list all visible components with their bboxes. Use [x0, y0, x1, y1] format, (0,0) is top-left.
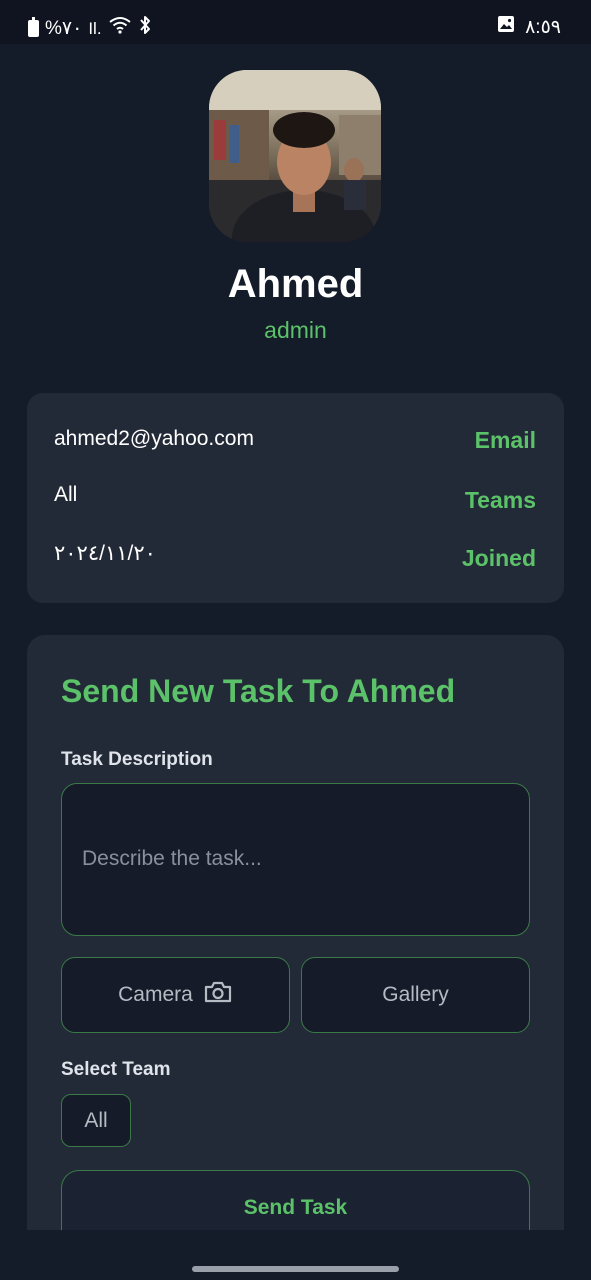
avatar [209, 70, 381, 242]
info-card: ahmed2@yahoo.com Email All Teams ٢٠٢٤/١١… [27, 393, 564, 603]
signal-icon: Il. [88, 18, 102, 38]
task-description-label: Task Description [61, 749, 213, 770]
status-left: %٧٠ Il. [28, 15, 152, 41]
gallery-button-label: Gallery [382, 983, 449, 1006]
team-chip-label: All [84, 1108, 108, 1132]
bluetooth-icon [138, 15, 152, 41]
status-bar: %٧٠ Il. ٨:٥٩ [0, 0, 591, 44]
clock: ٨:٥٩ [525, 16, 561, 38]
teams-label: Teams [464, 487, 536, 513]
battery-percent: %٧٠ [45, 17, 83, 39]
teams-row: All Teams [27, 483, 564, 523]
home-indicator[interactable] [192, 1266, 399, 1272]
battery-icon [28, 16, 39, 37]
email-row: ahmed2@yahoo.com Email [27, 425, 564, 465]
camera-button-label: Camera [118, 983, 193, 1006]
select-team-label: Select Team [61, 1059, 171, 1080]
task-description-input[interactable] [61, 783, 530, 936]
profile-role: admin [264, 317, 327, 343]
bottom-bar [0, 1230, 591, 1280]
camera-icon [203, 980, 233, 1010]
email-value: ahmed2@yahoo.com [54, 427, 254, 450]
send-task-label: Send Task [243, 1196, 348, 1219]
task-title: Send New Task To Ahmed [61, 673, 456, 709]
teams-value: All [54, 483, 78, 506]
wifi-icon [108, 16, 132, 40]
status-right: ٨:٥٩ [497, 15, 561, 39]
camera-button[interactable]: Camera [61, 957, 290, 1033]
team-chip-all[interactable]: All [61, 1094, 131, 1147]
gallery-button[interactable]: Gallery [301, 957, 530, 1033]
email-label: Email [474, 427, 536, 453]
joined-label: Joined [461, 545, 536, 571]
profile-name: Ahmed [227, 262, 364, 306]
profile-screen: %٧٠ Il. ٨:٥٩ Ahmed admin ahmed2@yahoo.co… [0, 0, 591, 1280]
joined-row: ٢٠٢٤/١١/٢٠ Joined [27, 541, 564, 581]
image-icon [497, 15, 515, 39]
joined-value: ٢٠٢٤/١١/٢٠ [54, 542, 156, 565]
task-card: Send New Task To Ahmed Task Description … [27, 635, 564, 1255]
